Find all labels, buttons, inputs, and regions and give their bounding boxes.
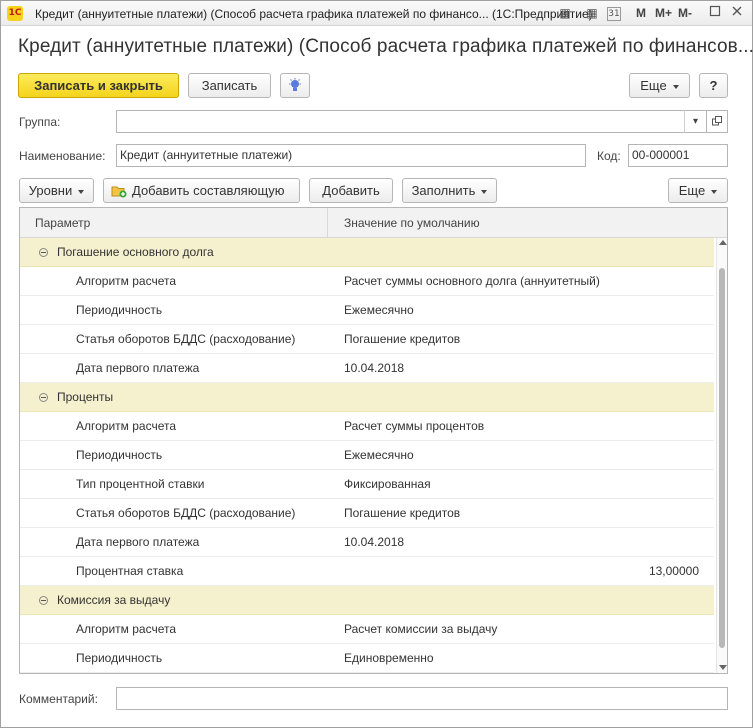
vertical-scrollbar[interactable] (716, 238, 727, 673)
parameter-cell: Алгоритм расчета (76, 622, 177, 636)
memory-m-plus-button[interactable]: M+ (655, 6, 672, 20)
parameter-cell: Тип процентной ставки (76, 477, 205, 491)
column-header-parameter[interactable]: Параметр (20, 208, 328, 238)
group-row[interactable]: Проценты (20, 383, 714, 412)
app-logo-icon[interactable]: 1С (7, 6, 23, 21)
comment-field[interactable] (116, 687, 728, 710)
value-cell: 10.04.2018 (344, 361, 405, 375)
value-cell: Расчет комиссии за выдачу (344, 622, 498, 636)
table-more-button[interactable]: Еще (668, 178, 728, 203)
chevron-down-icon (78, 189, 85, 194)
group-open-button[interactable] (706, 110, 728, 133)
value-cell: Фиксированная (344, 477, 431, 491)
help-button[interactable]: ? (699, 73, 728, 98)
parameter-cell: Дата первого платежа (76, 535, 200, 549)
collapse-icon[interactable] (39, 596, 48, 605)
group-name: Погашение основного долга (57, 245, 214, 259)
parameter-cell: Статья оборотов БДДС (расходование) (76, 332, 296, 346)
close-icon[interactable] (728, 5, 746, 22)
code-label: Код: (597, 149, 621, 163)
lightbulb-icon (289, 78, 301, 91)
levels-button-label: Уровни (28, 183, 73, 198)
open-icon (712, 116, 722, 126)
more-button[interactable]: Еще (629, 73, 690, 98)
group-row[interactable]: Погашение основного долга (20, 238, 714, 267)
table-row[interactable]: Тип процентной ставки Фиксированная (20, 470, 714, 499)
scroll-down-icon[interactable] (719, 665, 727, 670)
table-row[interactable]: Алгоритм расчета Расчет комиссии за выдач… (20, 615, 714, 644)
group-name: Комиссия за выдачу (57, 593, 171, 607)
page-title: Кредит (аннуитетные платежи) (Способ рас… (18, 36, 753, 57)
save-button[interactable]: Записать (188, 73, 271, 98)
add-component-button[interactable]: Добавить составляющую (103, 178, 300, 203)
group-dropdown-button[interactable]: ▾ (684, 110, 706, 133)
table-row[interactable]: Дата первого платежа 10.04.2018 (20, 528, 714, 557)
parameter-cell: Дата первого платежа (76, 361, 200, 375)
name-field[interactable]: Кредит (аннуитетные платежи) (116, 144, 586, 167)
name-label: Наименование: (19, 149, 106, 163)
collapse-icon[interactable] (39, 393, 48, 402)
table-row[interactable]: Периодичность Ежемесячно (20, 441, 714, 470)
window-title: Кредит (аннуитетные платежи) (Способ рас… (35, 7, 593, 21)
table-row[interactable]: Статья оборотов БДДС (расходование) Погаш… (20, 499, 714, 528)
calendar-icon[interactable]: 31 (607, 7, 621, 21)
fill-button-label: Заполнить (411, 183, 476, 198)
more-button-label: Еще (640, 78, 667, 93)
table-row[interactable]: Статья оборотов БДДС (расходование) Погаш… (20, 325, 714, 354)
parameter-cell: Процентная ставка (76, 564, 184, 578)
collapse-icon[interactable] (39, 248, 48, 257)
parameter-cell: Периодичность (76, 303, 163, 317)
scroll-up-icon[interactable] (719, 240, 727, 245)
table-row[interactable]: Алгоритм расчета Расчет суммы процентов (20, 412, 714, 441)
lightbulb-button[interactable] (280, 73, 310, 98)
chevron-down-icon (672, 84, 679, 89)
maximize-icon[interactable] (706, 5, 724, 22)
value-cell: Расчет суммы основного долга (аннуитетны… (344, 274, 600, 288)
table-row[interactable]: Периодичность Единовременно (20, 644, 714, 673)
value-cell: Ежемесячно (344, 303, 414, 317)
save-and-close-button[interactable]: Записать и закрыть (18, 73, 179, 98)
scroll-thumb[interactable] (719, 268, 725, 648)
parameter-cell: Алгоритм расчета (76, 419, 177, 433)
value-cell: Единовременно (344, 651, 434, 665)
levels-button[interactable]: Уровни (19, 178, 94, 203)
parameters-table: Параметр Значение по умолчанию Погашение… (19, 207, 728, 674)
calculator-icon[interactable]: ▦ (583, 5, 601, 22)
document-icon[interactable]: ▦ (556, 5, 574, 22)
title-bar: 1С Кредит (аннуитетные платежи) (Способ … (1, 1, 752, 26)
table-more-label: Еще (678, 183, 706, 198)
memory-m-minus-button[interactable]: M- (678, 6, 692, 20)
table-row[interactable]: Дата первого платежа 10.04.2018 (20, 354, 714, 383)
table-body: Погашение основного долга Алгоритм расчет… (20, 238, 714, 673)
group-label: Группа: (19, 115, 61, 129)
table-row[interactable]: Периодичность Ежемесячно (20, 296, 714, 325)
value-cell: 10.04.2018 (344, 535, 405, 549)
value-cell: Расчет суммы процентов (344, 419, 485, 433)
add-button[interactable]: Добавить (309, 178, 393, 203)
fill-button[interactable]: Заполнить (402, 178, 497, 203)
add-component-label: Добавить составляющую (132, 183, 285, 198)
parameter-cell: Алгоритм расчета (76, 274, 177, 288)
memory-m-button[interactable]: M (636, 6, 646, 20)
app-window: 1С Кредит (аннуитетные платежи) (Способ … (0, 0, 753, 728)
group-row[interactable]: Комиссия за выдачу (20, 586, 714, 615)
chevron-down-icon (711, 189, 718, 194)
parameter-cell: Статья оборотов БДДС (расходование) (76, 506, 296, 520)
value-cell: 13,00000 (648, 564, 699, 578)
column-header-default-value[interactable]: Значение по умолчанию (328, 208, 727, 238)
table-row[interactable]: Процентная ставка 13,00000 (20, 557, 714, 586)
table-header: Параметр Значение по умолчанию (20, 208, 727, 238)
value-cell: Погашение кредитов (344, 332, 461, 346)
parameter-cell: Периодичность (76, 651, 163, 665)
add-folder-icon (111, 186, 127, 198)
value-cell: Погашение кредитов (344, 506, 461, 520)
comment-label: Комментарий: (19, 692, 98, 706)
code-field[interactable]: 00-000001 (628, 144, 728, 167)
chevron-down-icon (481, 189, 488, 194)
parameter-cell: Периодичность (76, 448, 163, 462)
group-field[interactable] (116, 110, 728, 133)
group-name: Проценты (57, 390, 114, 404)
value-cell: Ежемесячно (344, 448, 414, 462)
table-row[interactable]: Алгоритм расчета Расчет суммы основного д… (20, 267, 714, 296)
